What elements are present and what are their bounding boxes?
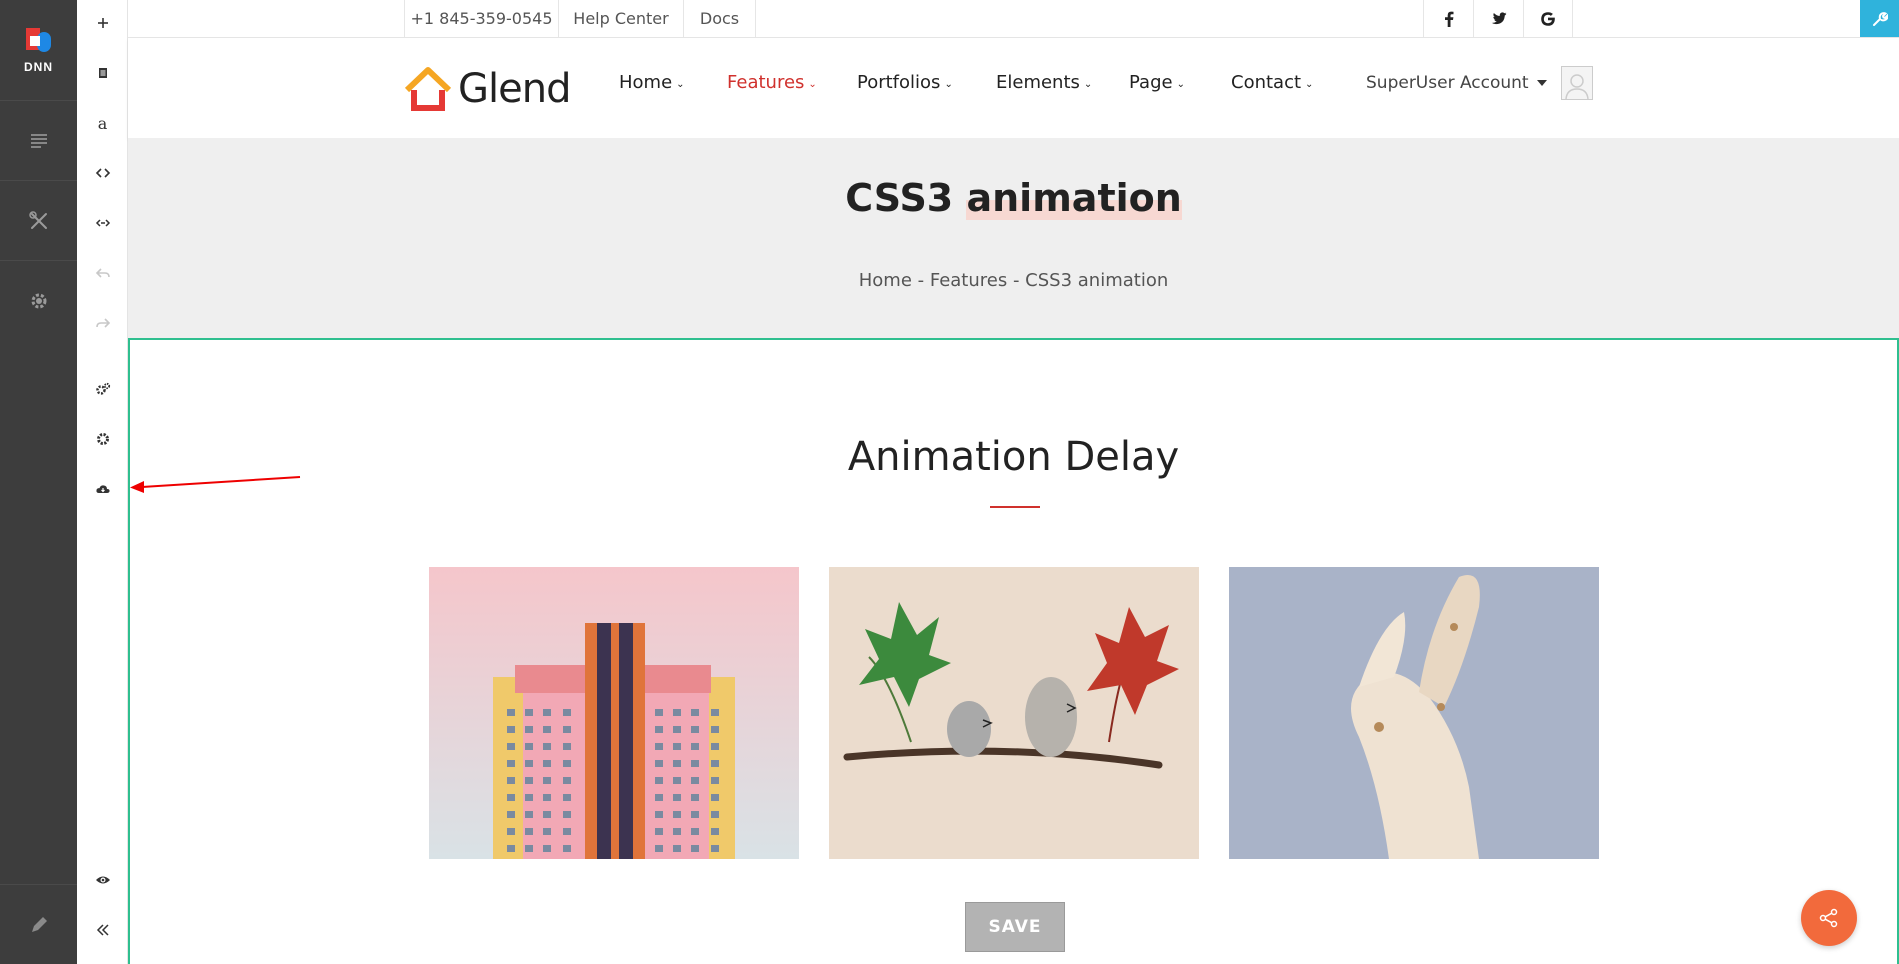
chevron-down-icon: ⌄	[1305, 78, 1314, 90]
page-title-part-2: animation	[966, 176, 1182, 220]
add-icon[interactable]	[77, 5, 128, 41]
module-icon[interactable]	[77, 55, 128, 91]
code-icon[interactable]	[77, 155, 128, 191]
nav-contact-label: Contact	[1231, 72, 1302, 93]
account-label: SuperUser Account	[1366, 73, 1529, 93]
pebble-birds-leaves-photo	[829, 567, 1199, 859]
dnn-logo-icon	[24, 26, 54, 56]
content-icon[interactable]	[0, 100, 77, 180]
top-bar: +1 845-359-0545 Help Center Docs	[128, 0, 1899, 38]
nav-elements[interactable]: Elements ⌄	[996, 72, 1092, 93]
edit-toolbar: a	[77, 0, 128, 964]
help-center-link[interactable]: Help Center	[558, 0, 683, 37]
account-menu[interactable]: SuperUser Account	[1366, 66, 1593, 100]
chevron-down-icon: ⌄	[944, 78, 953, 90]
persona-bar: DNN	[0, 0, 77, 964]
nav-elements-label: Elements	[996, 72, 1080, 93]
chevron-down-icon: ⌄	[1176, 78, 1185, 90]
brand-name: Glend	[458, 66, 571, 112]
twitter-icon[interactable]	[1473, 0, 1523, 37]
breadcrumb: Home - Features - CSS3 animation	[858, 270, 1169, 291]
text-icon[interactable]: a	[77, 105, 128, 141]
nav-contact[interactable]: Contact ⌄	[1231, 72, 1313, 93]
nav-features[interactable]: Features ⌄	[727, 72, 817, 93]
nav-home[interactable]: Home ⌄	[619, 72, 685, 93]
site-header: Glend Home ⌄ Features ⌄ Portfolios ⌄ Elemen…	[128, 38, 1899, 138]
section-heading: Animation Delay	[847, 434, 1180, 480]
nav-portfolios-label: Portfolios	[857, 72, 941, 93]
page-title: CSS3 animation	[128, 176, 1899, 220]
redo-icon[interactable]	[77, 305, 128, 341]
pink-building-photo	[429, 567, 799, 859]
house-logo-icon	[404, 67, 452, 111]
nav-home-label: Home	[619, 72, 673, 93]
chevron-down-icon: ⌄	[808, 78, 817, 90]
google-icon[interactable]	[1523, 0, 1573, 37]
dnn-logo-text: DNN	[24, 60, 53, 74]
facebook-icon[interactable]	[1423, 0, 1473, 37]
content-pane: Animation Delay SAVE	[128, 338, 1899, 964]
settings-icon[interactable]	[0, 260, 77, 340]
nav-portfolios[interactable]: Portfolios ⌄	[857, 72, 953, 93]
chevron-down-icon: ⌄	[1083, 78, 1093, 90]
glend-logo[interactable]: Glend	[404, 64, 571, 114]
nav-features-label: Features	[727, 72, 805, 93]
page-settings-icon[interactable]	[77, 371, 128, 407]
settings-icon[interactable]	[77, 421, 128, 457]
phone-link[interactable]: +1 845-359-0545	[404, 0, 558, 37]
docs-link[interactable]: Docs	[683, 0, 756, 37]
annotation-arrow	[130, 476, 301, 493]
wooden-figure-photo	[1229, 567, 1599, 859]
eye-icon[interactable]	[77, 862, 128, 898]
tools-icon[interactable]	[0, 180, 77, 260]
pencil-icon[interactable]	[0, 884, 77, 964]
share-button[interactable]	[1801, 890, 1857, 946]
save-button[interactable]: SAVE	[965, 902, 1065, 952]
nav-page[interactable]: Page ⌄	[1129, 72, 1185, 93]
page-title-part-1: CSS3	[845, 176, 967, 220]
share-icon	[1819, 908, 1838, 928]
nav-page-label: Page	[1129, 72, 1173, 93]
page-title-banner: CSS3 animation Home - Features - CSS3 an…	[128, 138, 1899, 338]
caret-down-icon	[1536, 80, 1547, 86]
collapse-icon[interactable]	[77, 912, 128, 948]
dnn-logo[interactable]: DNN	[0, 0, 77, 100]
wrench-icon[interactable]	[1860, 0, 1899, 37]
cloud-download-icon[interactable]	[77, 471, 128, 507]
avatar[interactable]	[1560, 66, 1593, 100]
heading-underline	[990, 506, 1040, 508]
chevron-down-icon: ⌄	[676, 78, 685, 90]
undo-icon[interactable]	[77, 255, 128, 291]
embed-icon[interactable]	[77, 205, 128, 241]
